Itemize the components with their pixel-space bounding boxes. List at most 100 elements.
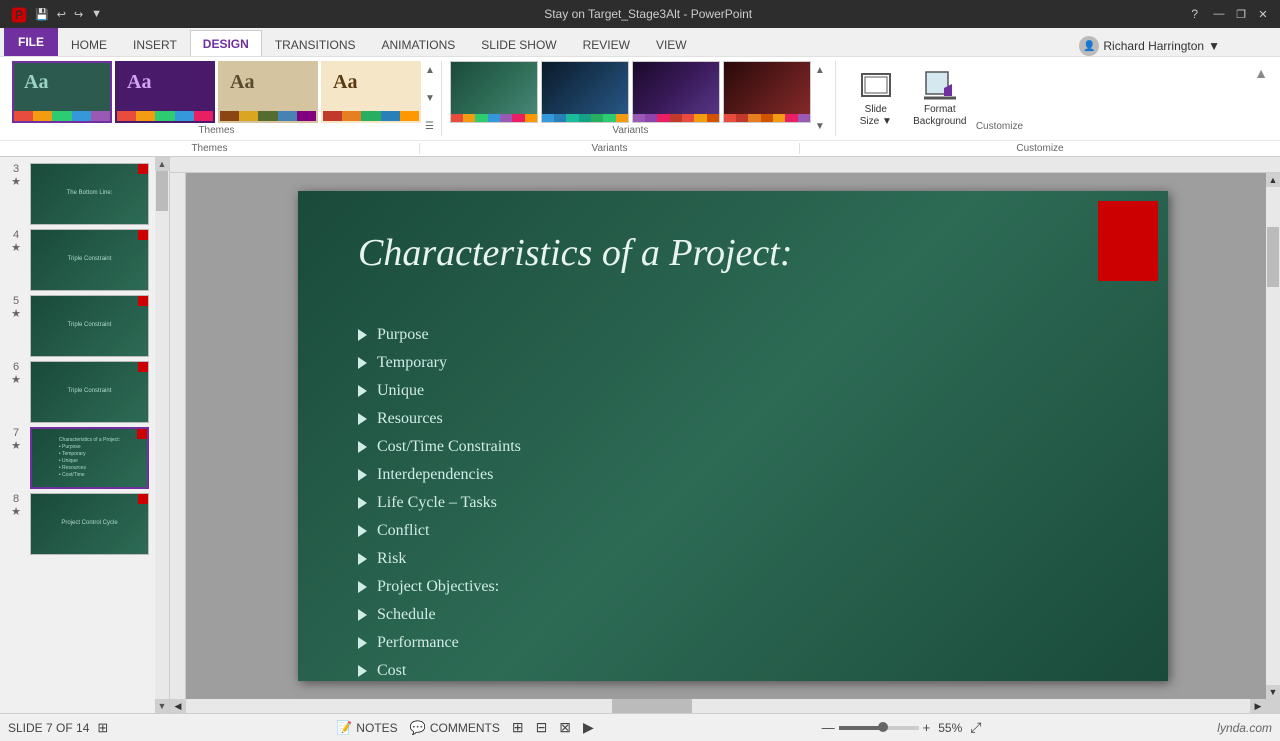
bullet-arrow-icon — [358, 637, 367, 649]
theme-item-2[interactable]: Aa — [115, 61, 215, 123]
help-button[interactable]: ? — [1191, 7, 1198, 21]
tab-home[interactable]: HOME — [58, 32, 120, 56]
restore-button[interactable]: ❐ — [1232, 5, 1250, 23]
status-left: SLIDE 7 OF 14 ⊞ — [8, 720, 108, 736]
theme-item-1[interactable]: Aa — [12, 61, 112, 123]
list-item[interactable]: Cost/Time Constraints — [358, 433, 1108, 461]
slide-scroll-thumb[interactable] — [156, 171, 168, 211]
redo-button[interactable]: ↪ — [71, 6, 86, 23]
list-item[interactable]: Project Objectives: — [358, 573, 1108, 601]
ribbon-content: Aa Aa — [0, 56, 1280, 140]
canvas-hscroll-thumb[interactable] — [612, 699, 692, 713]
tab-animations[interactable]: ANIMATIONS — [368, 32, 468, 56]
red-decoration-block — [1098, 201, 1158, 281]
list-item[interactable]: Unique — [358, 377, 1108, 405]
tab-file[interactable]: FILE — [4, 28, 58, 56]
list-item[interactable]: Interdependencies — [358, 461, 1108, 489]
list-item[interactable]: Purpose — [358, 321, 1108, 349]
minimize-button[interactable]: — — [1210, 5, 1228, 23]
theme-item-3[interactable]: Aa — [218, 61, 318, 123]
collapse-ribbon-button[interactable]: ▲ — [1250, 61, 1272, 85]
slide-scroll-up-button[interactable]: ▲ — [155, 157, 169, 171]
fit-slide-button[interactable]: ⤢ — [970, 719, 981, 736]
theme-more[interactable]: ☰ — [423, 119, 437, 134]
zoom-slider-fill — [839, 726, 883, 730]
list-item[interactable]: Risk — [358, 545, 1108, 573]
tab-design[interactable]: DESIGN — [190, 30, 262, 56]
tab-insert[interactable]: INSERT — [120, 32, 190, 56]
zoom-out-button[interactable]: — — [822, 720, 835, 735]
canvas-vscroll-down-button[interactable]: ▼ — [1266, 685, 1280, 699]
slide-thumb-5[interactable]: 5 ★ Triple Constraint — [4, 293, 151, 359]
variant-scroll-arrows: ▲ ▼ — [813, 61, 827, 136]
variant-scroll-down[interactable]: ▼ — [813, 119, 827, 134]
format-background-button[interactable]: FormatBackground — [912, 70, 968, 128]
save-button[interactable]: 💾 — [32, 6, 52, 23]
view-normal-icon[interactable]: ⊞ — [512, 719, 524, 736]
theme-item-4[interactable]: Aa — [321, 61, 421, 123]
theme-scroll-arrows: ▲ ▼ ☰ — [423, 61, 437, 136]
tab-review[interactable]: REVIEW — [570, 32, 643, 56]
main-area: 3 ★ The Bottom Line: 4 ★ Triple Constrai… — [0, 157, 1280, 713]
view-slideshow-icon[interactable]: ▶ — [583, 719, 594, 736]
list-item[interactable]: Temporary — [358, 349, 1108, 377]
theme-scroll-up[interactable]: ▲ — [423, 63, 437, 78]
notes-button[interactable]: 📝 NOTES — [336, 720, 398, 736]
list-item[interactable]: Life Cycle – Tasks — [358, 489, 1108, 517]
bullet-arrow-icon — [358, 385, 367, 397]
variant-item-1[interactable] — [450, 61, 538, 123]
canvas-hscroll-right-button[interactable]: ▶ — [1250, 699, 1266, 713]
ribbon-group-labels: Themes Variants Customize — [0, 140, 1280, 156]
zoom-slider-thumb[interactable] — [878, 722, 888, 732]
tab-transitions[interactable]: TRANSITIONS — [262, 32, 369, 56]
close-button[interactable]: ✕ — [1254, 5, 1272, 23]
slide-thumb-7[interactable]: 7 ★ Characteristics of a Project:• Purpo… — [4, 425, 151, 491]
variant-item-3[interactable] — [632, 61, 720, 123]
list-item[interactable]: Cost — [358, 657, 1108, 685]
slide-size-icon — [860, 70, 892, 104]
view-slidesorter-icon[interactable]: ⊟ — [536, 719, 548, 736]
slide-thumb-4[interactable]: 4 ★ Triple Constraint — [4, 227, 151, 293]
customize-qat-button[interactable]: ▼ — [88, 6, 105, 22]
list-item[interactable]: Resources — [358, 405, 1108, 433]
slide-thumb-6[interactable]: 6 ★ Triple Constraint — [4, 359, 151, 425]
slide-canvas[interactable]: Characteristics of a Project: Purpose Te… — [298, 191, 1168, 681]
comments-button[interactable]: 💬 COMMENTS — [410, 720, 500, 736]
customize-label: Customize — [800, 143, 1280, 154]
variants-label: Variants — [420, 143, 800, 154]
zoom-in-button[interactable]: + — [923, 720, 931, 735]
canvas-hscroll-left-button[interactable]: ◀ — [170, 699, 186, 713]
tab-view[interactable]: VIEW — [643, 32, 700, 56]
variant-item-4[interactable] — [723, 61, 811, 123]
theme-scroll-down[interactable]: ▼ — [423, 91, 437, 106]
list-item[interactable]: Conflict — [358, 517, 1108, 545]
slide-scroll-down-button[interactable]: ▼ — [155, 699, 169, 713]
tab-slideshow[interactable]: SLIDE SHOW — [468, 32, 569, 56]
zoom-slider[interactable] — [839, 726, 919, 730]
undo-button[interactable]: ↩ — [54, 6, 69, 23]
account-button[interactable]: 👤 Richard Harrington ▼ — [1079, 36, 1280, 56]
zoom-percent[interactable]: 55% — [938, 721, 962, 735]
comments-label: COMMENTS — [430, 721, 500, 735]
list-item[interactable]: Schedule — [358, 601, 1108, 629]
slide-title[interactable]: Characteristics of a Project: — [358, 231, 1048, 275]
variant-item-2[interactable] — [541, 61, 629, 123]
list-item[interactable]: Performance — [358, 629, 1108, 657]
slide-scroll-track — [155, 171, 169, 699]
lynda-logo: lynda.com — [1217, 721, 1272, 735]
slide-scrollbar: ▲ ▼ — [155, 157, 169, 713]
bullet-arrow-icon — [358, 441, 367, 453]
canvas-hscroll-track — [186, 699, 1250, 713]
themes-group-label: Themes — [12, 123, 421, 136]
bullet-arrow-icon — [358, 357, 367, 369]
slide-thumb-3[interactable]: 3 ★ The Bottom Line: — [4, 161, 151, 227]
canvas-area: Characteristics of a Project: Purpose Te… — [186, 173, 1280, 699]
fit-to-window-icon[interactable]: ⊞ — [97, 720, 108, 736]
variant-scroll-up[interactable]: ▲ — [813, 63, 827, 78]
canvas-vscroll-up-button[interactable]: ▲ — [1266, 173, 1280, 187]
view-reading-icon[interactable]: ⊠ — [559, 719, 571, 736]
bullet-arrow-icon — [358, 525, 367, 537]
slide-size-button[interactable]: SlideSize ▼ — [848, 70, 904, 128]
slide-thumb-8[interactable]: 8 ★ Project Control Cycle — [4, 491, 151, 557]
canvas-vscroll-thumb[interactable] — [1267, 227, 1279, 287]
